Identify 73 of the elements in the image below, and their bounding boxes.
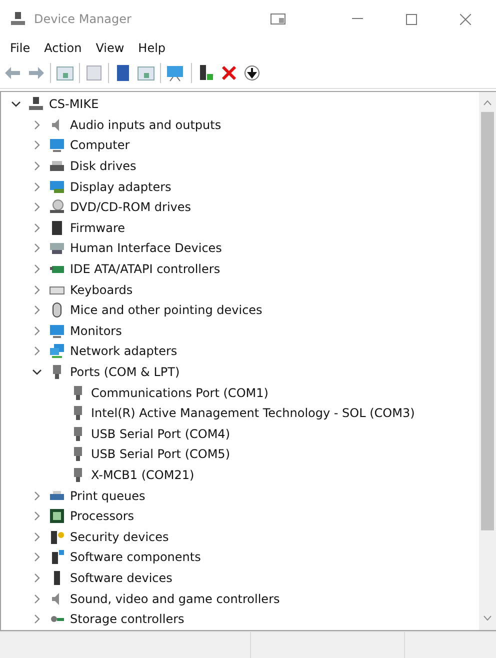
minimize-icon[interactable] — [352, 18, 362, 20]
tree-item[interactable]: Software components — [70, 550, 201, 564]
add-driver-icon[interactable] — [197, 64, 215, 82]
tree-item[interactable]: Keyboards — [70, 282, 133, 297]
tablet-mode-icon[interactable] — [270, 13, 286, 25]
tree-item[interactable]: DVD/CD-ROM drives — [70, 200, 192, 214]
tree-item[interactable]: Security devices — [70, 530, 169, 544]
collapsed-chevron-icon[interactable] — [34, 264, 40, 274]
tree-item[interactable]: Sound, video and game controllers — [70, 592, 280, 606]
tree-item[interactable]: Ports (COM & LPT) — [70, 365, 180, 380]
computer-icon — [28, 96, 44, 112]
collapsed-chevron-icon[interactable] — [34, 161, 40, 172]
tree-item[interactable]: USB Serial Port (COM4) — [91, 426, 230, 441]
remove-icon[interactable] — [220, 64, 238, 82]
menu-item[interactable]: Help — [132, 40, 172, 56]
forward-arrow-icon[interactable] — [27, 64, 45, 82]
network-icon — [49, 343, 65, 360]
collapsed-chevron-icon[interactable] — [34, 120, 40, 130]
download-icon[interactable] — [243, 64, 261, 82]
properties-icon[interactable] — [56, 64, 74, 82]
window-title: Device Manager — [34, 12, 132, 26]
hid-icon — [49, 240, 65, 256]
collapsed-chevron-icon[interactable] — [34, 243, 40, 254]
tree-item[interactable]: IDE ATA/ATAPI controllers — [70, 262, 220, 276]
collapsed-chevron-icon[interactable] — [34, 284, 40, 295]
tree-item[interactable]: CS-MIKE — [49, 97, 99, 112]
collapsed-chevron-icon[interactable] — [34, 572, 40, 583]
expanded-chevron-icon[interactable] — [11, 100, 21, 108]
collapsed-chevron-icon[interactable] — [34, 182, 40, 192]
monitor-icon — [49, 137, 65, 154]
app-icon — [10, 11, 26, 27]
tree-item[interactable]: Communications Port (COM1) — [91, 386, 268, 400]
tree-item[interactable]: Firmware — [70, 220, 125, 235]
tree-item[interactable]: Processors — [70, 509, 134, 524]
tree-item[interactable]: Computer — [70, 138, 130, 152]
tree-item[interactable]: Audio inputs and outputs — [70, 118, 222, 132]
tree-item[interactable]: Software devices — [70, 570, 172, 585]
tree-item[interactable]: Mice and other pointing devices — [70, 303, 262, 318]
tree-item[interactable]: Storage controllers — [70, 612, 184, 626]
tree-item[interactable]: Monitors — [70, 324, 122, 338]
processor-icon — [49, 508, 65, 524]
collapsed-chevron-icon[interactable] — [34, 222, 40, 233]
tree-item[interactable]: Intel(R) Active Management Technology - SOL (COM3) — [91, 406, 415, 420]
vertical-scrollbar[interactable] — [479, 92, 496, 630]
expanded-chevron-icon[interactable] — [32, 368, 42, 376]
collapsed-chevron-icon[interactable] — [34, 202, 40, 212]
collapsed-chevron-icon[interactable] — [34, 594, 40, 604]
menu-item[interactable]: View — [90, 40, 130, 56]
disc-drive-icon — [49, 199, 65, 216]
maximize-icon[interactable] — [406, 14, 416, 24]
collapsed-chevron-icon[interactable] — [34, 532, 40, 542]
tree-item[interactable]: Print queues — [70, 488, 146, 503]
collapsed-chevron-icon[interactable] — [34, 346, 40, 356]
collapsed-chevron-icon[interactable] — [34, 326, 40, 336]
show-hidden-icon[interactable] — [137, 64, 155, 82]
collapsed-chevron-icon[interactable] — [34, 511, 40, 522]
collapsed-chevron-icon[interactable] — [34, 490, 40, 501]
tree-item[interactable]: X-MCB1 (COM21) — [91, 468, 194, 482]
scan-monitor-icon[interactable] — [166, 64, 186, 82]
menu-item[interactable]: Action — [38, 40, 88, 56]
tree-item[interactable]: Disk drives — [70, 159, 136, 174]
collapsed-chevron-icon[interactable] — [34, 140, 40, 150]
monitor-icon — [49, 322, 65, 339]
tree-item[interactable]: USB Serial Port (COM5) — [91, 447, 230, 462]
display-adapter-icon — [49, 178, 65, 195]
tree-item[interactable]: Display adapters — [70, 180, 172, 194]
tree-item[interactable]: Human Interface Devices — [70, 241, 222, 256]
collapsed-chevron-icon[interactable] — [34, 305, 40, 316]
collapsed-chevron-icon[interactable] — [34, 552, 40, 562]
close-icon[interactable] — [460, 14, 470, 24]
collapsed-chevron-icon[interactable] — [34, 614, 40, 624]
menu-item[interactable]: File — [4, 40, 36, 56]
tree-item[interactable]: Network adapters — [70, 344, 178, 358]
